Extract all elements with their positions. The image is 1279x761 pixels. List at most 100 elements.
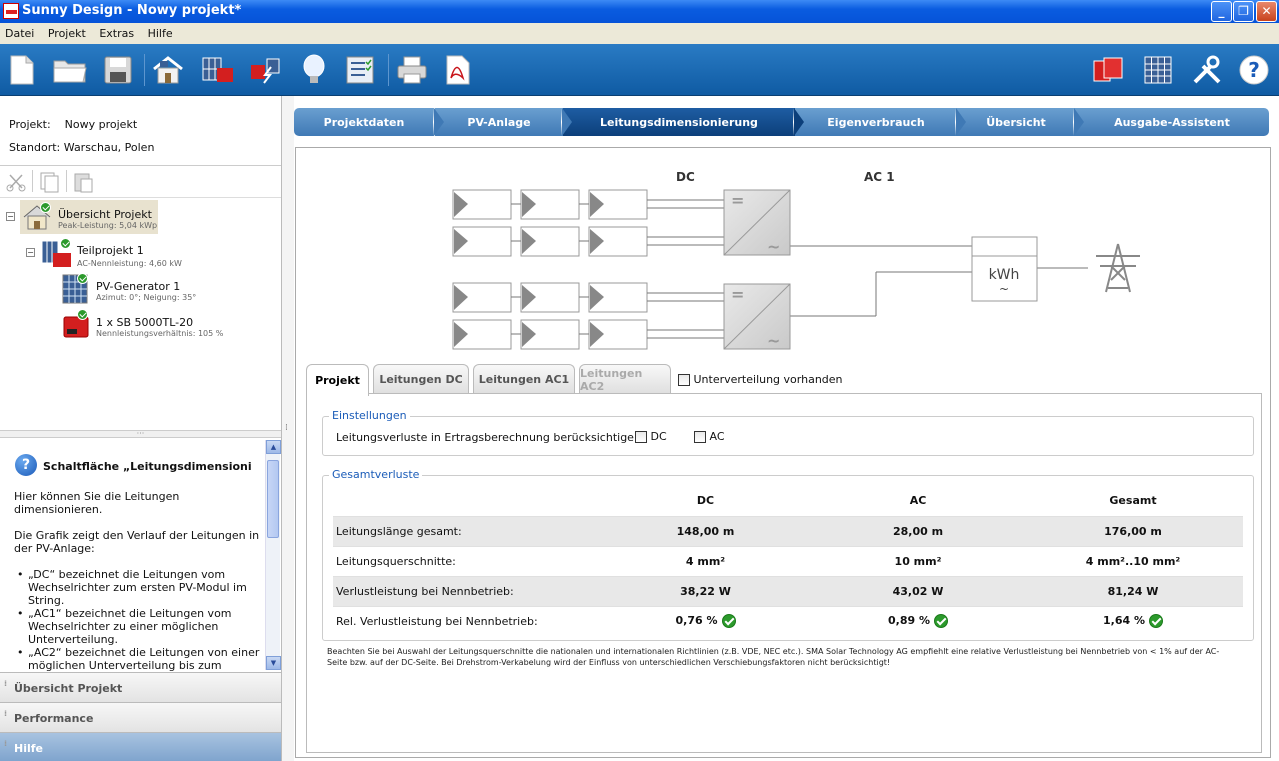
accordion-help[interactable]: ⁞ Hilfe [0,732,281,761]
close-button[interactable]: ✕ [1256,1,1277,22]
cell-value: 1,64 % [1103,614,1145,628]
wizard-label: Ausgabe-Assistent [1114,115,1230,129]
tab-leitungen-ac1[interactable]: Leitungen AC1 [473,364,575,394]
help-icon[interactable]: ? [1236,52,1272,88]
site-label: Standort: [9,141,61,154]
subdistribution-option[interactable]: Unterverteilung vorhanden [678,373,843,386]
collapse-icon[interactable]: − [6,212,15,221]
pv-system-icon[interactable] [200,52,236,88]
tree-node-inverter[interactable]: 1 x SB 5000TL-20 Nennleistungsverhältnis… [60,308,270,342]
copy-icon[interactable] [38,171,60,196]
tree-label: Übersicht Projekt [58,208,152,221]
edit-toolbar [0,166,281,198]
menu-bar: Datei Projekt Extras Hilfe [0,23,1279,44]
help-body: Hier können Sie die Leitungen dimensioni… [14,490,264,672]
project-overview-icon[interactable] [150,52,186,88]
inverter-dc-symbol: = [731,285,744,304]
wizard-step-uebersicht[interactable]: Übersicht [957,108,1075,136]
cell-dc: 148,00 m [598,515,813,546]
subdistribution-checkbox[interactable] [678,374,690,386]
settings-group: Einstellungen Leitungsverluste in Ertrag… [322,409,1254,456]
table-header: Gesamt [1109,494,1157,508]
help-panel: ? Schaltfläche „Leitungsdimensionierung … [0,438,281,672]
subdistribution-label: Unterverteilung vorhanden [693,373,843,386]
wizard-step-ausgabe-assistent[interactable]: Ausgabe-Assistent [1075,108,1269,136]
tree-node-subproject[interactable]: Teilprojekt 1 AC-Nennleistung: 4,60 kW [40,236,240,270]
cell-dc: 38,22 W [598,575,813,606]
accordion-performance[interactable]: ⁞ Performance [0,702,281,732]
wizard-label: PV-Anlage [467,115,531,129]
ac-option[interactable]: AC [694,430,725,443]
cut-icon[interactable] [6,172,26,195]
settings-title: Einstellungen [329,409,410,422]
cell-total: 81,24 W [1023,575,1243,606]
losses-title: Gesamtverluste [329,468,423,481]
summary-icon[interactable] [342,52,378,88]
row-label: Leitungsquerschnitte: [333,545,598,576]
dc-checkbox[interactable] [635,431,647,443]
tab-pane-projekt: Einstellungen Leitungsverluste in Ertrag… [306,393,1262,753]
help-list-item: „AC2“ bezeichnet die Leitungen von einer… [14,646,264,672]
ok-check-icon [77,273,88,284]
vertical-splitter[interactable]: ⁞ [282,96,294,761]
cell-total: 4 mm²..10 mm² [1023,545,1243,576]
menu-extras[interactable]: Extras [94,23,139,40]
inverter-database-icon[interactable] [1090,52,1126,88]
menu-projekt[interactable]: Projekt [43,23,91,40]
project-tree: − Übersicht Projekt Peak-Leistung: 5,04 … [0,198,281,428]
help-list-item: „DC“ bezeichnet die Leitungen vom Wechse… [14,568,264,607]
minimize-button[interactable]: _ [1211,1,1232,22]
wizard-label: Eigenverbrauch [827,115,925,129]
scroll-down-icon[interactable]: ▼ [266,656,281,670]
inverter-symbol [723,189,791,350]
scroll-thumb[interactable] [267,460,279,538]
new-project-icon[interactable] [4,52,40,88]
menu-hilfe[interactable]: Hilfe [143,23,178,40]
ok-check-icon [1149,614,1163,629]
wizard-label: Leitungsdimensionierung [600,115,758,129]
self-consumption-icon[interactable] [296,52,332,88]
wizard-step-leitungsdimensionierung[interactable]: Leitungsdimensionierung [563,108,795,136]
svg-text:?: ? [1248,58,1260,82]
cell-ac: 10 mm² [813,545,1023,576]
help-scrollbar[interactable]: ▲ ▼ [265,440,281,670]
horizontal-splitter[interactable]: ··· [0,430,281,438]
collapse-icon[interactable]: − [26,248,35,257]
pdf-icon[interactable] [440,52,476,88]
wizard-arrow [561,108,572,136]
help-paragraph: Die Grafik zeigt den Verlauf der Leitung… [14,529,260,555]
project-name: Nowy projekt [64,118,138,131]
wizard-step-pv-anlage[interactable]: PV-Anlage [435,108,563,136]
wizard-arrow [1073,108,1084,136]
save-icon[interactable] [100,52,136,88]
ok-check-icon [77,309,88,320]
ac-checkbox[interactable] [694,431,706,443]
accordion-overview[interactable]: ⁞ Übersicht Projekt [0,672,281,702]
menu-datei[interactable]: Datei [0,23,39,40]
tree-node-pv-generator[interactable]: PV-Generator 1 Azimut: 0°; Neigung: 35° [60,272,260,306]
dc-option[interactable]: DC [635,430,667,443]
maximize-button[interactable]: ❐ [1233,1,1254,22]
settings-tools-icon[interactable] [1189,52,1225,88]
left-panel: Projekt: Nowy projekt Standort: Warschau… [0,96,282,761]
scroll-up-icon[interactable]: ▲ [266,440,281,454]
ok-check-icon [60,238,71,249]
dc-option-label: DC [650,430,667,443]
print-icon[interactable] [394,52,430,88]
table-row: Verlustleistung bei Nennbetrieb: 38,22 W… [333,575,1243,606]
project-label: Projekt: [9,118,51,131]
tab-projekt[interactable]: Projekt [306,364,369,396]
wizard-step-projektdaten[interactable]: Projektdaten [294,108,434,136]
tree-node-overview[interactable]: Übersicht Projekt Peak-Leistung: 5,04 kW… [20,200,158,234]
site-name: Warschau, Polen [63,141,155,154]
tab-leitungen-dc[interactable]: Leitungen DC [373,364,469,394]
project-info: Projekt: Nowy projekt Standort: Warschau… [0,106,281,166]
tree-label: PV-Generator 1 [96,280,181,293]
cable-sizing-icon[interactable] [248,52,284,88]
table-header: DC [696,494,715,508]
open-folder-icon[interactable] [52,52,88,88]
paste-icon[interactable] [72,171,94,196]
tree-label: 1 x SB 5000TL-20 [96,316,194,329]
wizard-step-eigenverbrauch[interactable]: Eigenverbrauch [795,108,957,136]
module-database-icon[interactable] [1140,52,1176,88]
